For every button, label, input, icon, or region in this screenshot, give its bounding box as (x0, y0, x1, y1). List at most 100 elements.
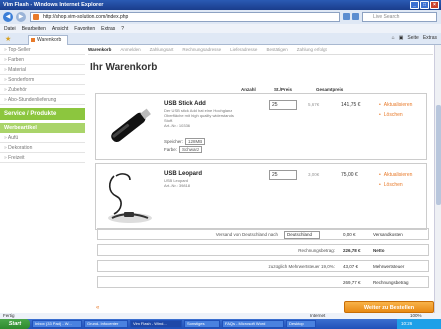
menu-bar: Datei Bearbeiten Ansicht Favoriten Extra… (0, 24, 441, 33)
refresh-icon[interactable] (343, 13, 350, 20)
cart-item: USB Stick Add Der USB stick Add hat eine… (95, 93, 427, 160)
menu-favoriten[interactable]: Favoriten (74, 26, 95, 32)
summary-note: Mehrwertsteuer (373, 264, 405, 269)
taskbar-item-sonstiges[interactable]: Sonstiges (184, 320, 220, 328)
forward-arrow-icon[interactable]: ▶ (16, 12, 26, 22)
farbe-select[interactable]: Schwarz (179, 146, 203, 153)
product-name[interactable]: USB Stick Add (164, 101, 206, 107)
column-header-unit: St./Preis (274, 87, 293, 92)
start-button[interactable]: Start (0, 319, 30, 329)
scrollbar-thumb[interactable] (436, 105, 441, 205)
usb-leopard-image (108, 173, 152, 223)
step-bestaetigen: Bestätigen (266, 47, 288, 52)
back-link[interactable]: « (96, 305, 99, 311)
summary-shipping: Versand von Deutschland nach Deutschland… (97, 228, 429, 240)
sidebar-item-abo[interactable]: Abo-Stundenlieferung (0, 95, 85, 105)
product-name[interactable]: USB Leopard (164, 171, 202, 177)
favorites-star-icon[interactable]: ★ (5, 35, 11, 43)
vertical-scrollbar[interactable] (434, 45, 441, 313)
minimize-button[interactable]: _ (410, 1, 419, 9)
sidebar-item-dekoration[interactable]: Dekoration (0, 143, 85, 153)
summary-note: Netto (373, 248, 385, 253)
page-title: Ihr Warenkorb (90, 62, 158, 73)
close-button[interactable]: × (430, 1, 439, 9)
option-farbe: Farbe: Schwarz (164, 146, 203, 153)
line-total: 141,75 € (341, 102, 361, 108)
window-title: Vim Flash - Windows Internet Explorer (3, 2, 104, 8)
address-toolbar: ◀ ▶ http://shop.vim-solution.com/index.p… (0, 10, 441, 24)
quantity-input[interactable]: 25 (269, 100, 297, 110)
product-description: USB Leopard Art.-Nr.: 39818 (164, 178, 191, 188)
tab-warenkorb[interactable]: Warenkorb (28, 35, 68, 45)
step-warenkorb: Warenkorb (88, 47, 112, 52)
address-actions (343, 13, 359, 20)
search-input[interactable]: Live Search (362, 12, 437, 22)
maximize-button[interactable]: □ (420, 1, 429, 9)
checkout-button[interactable]: Weiter zu Bestellen (344, 301, 434, 313)
delete-button[interactable]: Löschen (379, 112, 403, 118)
sidebar-item-farben[interactable]: Farben (0, 55, 85, 65)
update-button[interactable]: Aktualisieren (379, 172, 413, 178)
speicher-select[interactable]: 128MB (185, 138, 206, 145)
sidebar-item-top-seller[interactable]: Top-Seller (0, 45, 85, 55)
summary-vat: zuzüglich Mehrwertsteuer 19,0%: 43,07 € … (97, 260, 429, 272)
line-total: 75,00 € (341, 172, 358, 178)
sidebar-item-auto[interactable]: Aufü (0, 133, 85, 143)
summary-net: Rechnungsbetrag: 226,78 € Netto (97, 244, 429, 256)
tools-menu[interactable]: Extras (423, 35, 437, 41)
site-favicon-icon (33, 14, 39, 20)
menu-datei[interactable]: Datei (4, 26, 16, 32)
back-arrow-icon[interactable]: ◀ (3, 12, 13, 22)
cart-item: USB Leopard USB Leopard Art.-Nr.: 39818 … (95, 163, 427, 230)
product-artnr: Art.-Nr.: 39818 (164, 183, 191, 188)
delete-button[interactable]: Löschen (379, 182, 403, 188)
unit-price: 5,67€ (308, 102, 320, 107)
sidebar-item-werbeartikel[interactable]: Werbeartikel (0, 123, 85, 133)
summary-value: 226,78 € (343, 248, 361, 253)
page-menu[interactable]: Seite (407, 35, 418, 41)
product-description: Der USB stick Add hat eine Hochglanz Obe… (164, 108, 234, 128)
summary-total: 269,77 € Rechnungsbetrag (97, 276, 429, 288)
menu-ansicht[interactable]: Ansicht (52, 26, 68, 32)
address-input[interactable]: http://shop.vim-solution.com/index.php (30, 12, 340, 22)
sidebar-item-sonderform[interactable]: Sonderform (0, 75, 85, 85)
stop-icon[interactable] (352, 13, 359, 20)
step-rechnungsadresse: Rechnungsadresse (182, 47, 222, 52)
zoom-level[interactable]: 100% (410, 313, 422, 318)
summary-note: Rechnungsbetrag (373, 280, 409, 285)
summary-value: 0,00 € (343, 232, 356, 237)
checkout-steps: Warenkorb Anmelden Zahlungsart Rechnungs… (88, 45, 433, 55)
taskbar-item-inbox[interactable]: Inbox (33 Pad) - W... (32, 320, 82, 328)
summary-note: Versandkosten (373, 232, 403, 237)
page-content: Top-Seller Farben Material Sonderform Zu… (0, 45, 441, 313)
summary-value: 43,07 € (343, 264, 359, 269)
sidebar-section-service[interactable]: Service / Produkte (0, 108, 85, 120)
sidebar-item-freizeit[interactable]: Freizeit (0, 153, 85, 163)
update-button[interactable]: Aktualisieren (379, 102, 413, 108)
home-icon[interactable]: ⌂ (392, 35, 395, 41)
taskbar-item-infocenter[interactable]: Grund- Infocenter (84, 320, 128, 328)
sidebar-item-zubehoer[interactable]: Zubehör (0, 85, 85, 95)
option-speicher: Speicher: 128MB (164, 138, 206, 145)
taskbar-item-ie[interactable]: Vim Flash - Wind... (130, 320, 182, 328)
menu-bearbeiten[interactable]: Bearbeiten (22, 26, 46, 32)
window-titlebar: Vim Flash - Windows Internet Explorer _ … (0, 0, 441, 10)
sidebar-item-material[interactable]: Material (0, 65, 85, 75)
sidebar: Top-Seller Farben Material Sonderform Zu… (0, 45, 85, 313)
summary-label: Rechnungsbetrag: (298, 248, 335, 253)
system-tray-clock: 10:26 (397, 319, 441, 329)
taskbar-item-word[interactable]: FAQs - Microsoft Word (222, 320, 284, 328)
step-zahlungsart: Zahlungsart (149, 47, 174, 52)
step-anmelden: Anmelden (120, 47, 141, 52)
quantity-input[interactable]: 25 (269, 170, 297, 180)
cart-list: USB Stick Add Der USB stick Add hat eine… (95, 93, 427, 233)
print-icon[interactable]: ▣ (399, 35, 404, 41)
menu-extras[interactable]: Extras (101, 26, 115, 32)
product-artnr: Art.-Nr.: 10336 (164, 123, 191, 128)
country-select[interactable]: Deutschland (284, 231, 320, 239)
unit-price: 3,00€ (308, 172, 320, 177)
taskbar-item-desktop[interactable]: Desktop (286, 320, 316, 328)
menu-help[interactable]: ? (121, 26, 124, 32)
summary-label: zuzüglich Mehrwertsteuer 19,0%: (268, 264, 335, 269)
summary-label: Versand von Deutschland nach (215, 232, 278, 237)
